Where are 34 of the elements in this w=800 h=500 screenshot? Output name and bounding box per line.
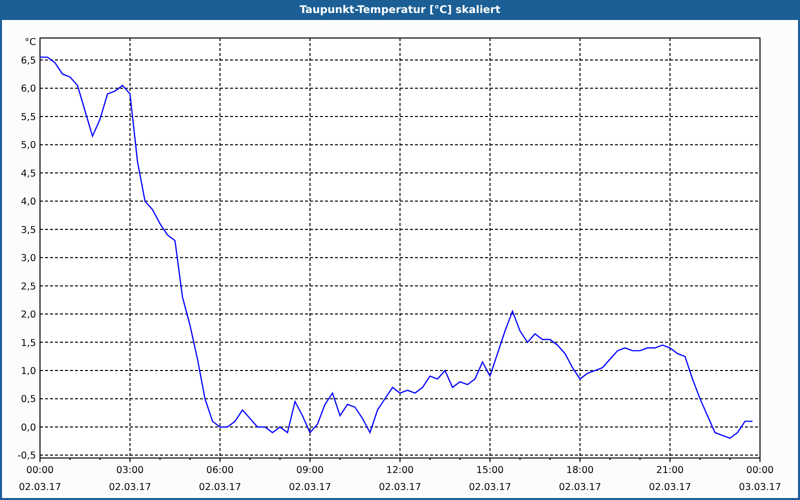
y-tick-label: 6,5: [20, 56, 36, 67]
y-tick-label: 3,0: [20, 253, 36, 264]
date-label: 03.03.17: [738, 482, 782, 493]
y-tick-label: 0,0: [20, 422, 36, 434]
y-tick-label: 1,0: [20, 366, 36, 377]
x-tick-label: 15:00: [476, 465, 504, 476]
date-label: 02.03.17: [378, 482, 422, 493]
x-tick-label: 12:00: [386, 465, 414, 476]
y-tick-label: 0,5: [20, 394, 36, 406]
x-tick-label: 09:00: [296, 465, 324, 476]
date-label: 02.03.17: [198, 482, 242, 493]
date-label: 02.03.17: [288, 482, 332, 493]
y-tick-label: 5,0: [20, 140, 36, 152]
date-label: 02.03.17: [468, 482, 512, 493]
x-tick-label: 03:00: [116, 465, 144, 476]
x-tick-label: 18:00: [566, 465, 594, 476]
y-tick-label: 1,5: [20, 338, 36, 349]
y-tick-label: 4,0: [20, 196, 36, 208]
y-tick-label: 3,5: [20, 224, 36, 236]
date-label: 02.03.17: [558, 482, 602, 493]
x-tick-label: 00:00: [746, 465, 774, 476]
x-tick-label: 21:00: [656, 465, 684, 476]
y-axis-label: °C: [24, 37, 36, 48]
y-tick-label: 2,5: [20, 281, 36, 292]
date-label: 02.03.17: [108, 482, 152, 493]
y-tick-label: 2,0: [20, 310, 36, 321]
date-label: 02.03.17: [648, 482, 692, 493]
date-label: 02.03.17: [18, 482, 62, 493]
x-tick-label: 06:00: [206, 465, 234, 476]
y-tick-label: 5,5: [20, 112, 36, 123]
x-tick-label: 00:00: [26, 465, 54, 476]
y-tick-label: 6,0: [20, 84, 36, 95]
y-tick-label: -0,5: [17, 450, 36, 462]
y-tick-label: 4,5: [20, 168, 36, 180]
